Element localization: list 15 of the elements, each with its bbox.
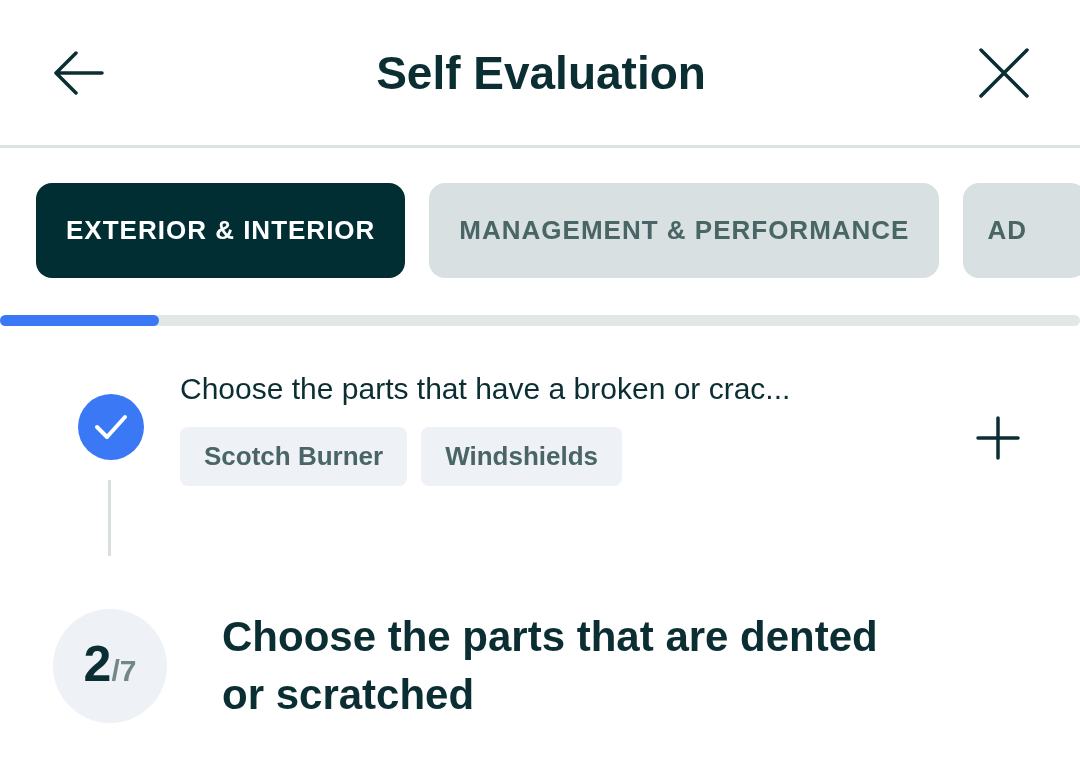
category-tab[interactable]: EXTERIOR & INTERIOR	[36, 183, 406, 278]
add-button[interactable]	[975, 415, 1021, 461]
category-tab[interactable]: AD	[963, 183, 1080, 278]
question-text: Choose the parts that have a broken or crac...	[180, 371, 792, 407]
back-arrow-icon	[52, 50, 104, 95]
close-icon	[978, 46, 1030, 99]
plus-icon	[975, 415, 1021, 461]
screen-title: Self Evaluation	[376, 45, 706, 100]
answer-tag: Windshields	[421, 427, 623, 486]
close-button[interactable]	[978, 46, 1030, 99]
answer-tag: Scotch Burner	[180, 427, 408, 486]
question-title: Choose the parts that are dented or scratched	[222, 612, 879, 720]
category-tab[interactable]: MANAGEMENT & PERFORMANCE	[429, 183, 940, 278]
step-total: /7	[111, 654, 137, 688]
step-number: 2	[83, 635, 112, 693]
